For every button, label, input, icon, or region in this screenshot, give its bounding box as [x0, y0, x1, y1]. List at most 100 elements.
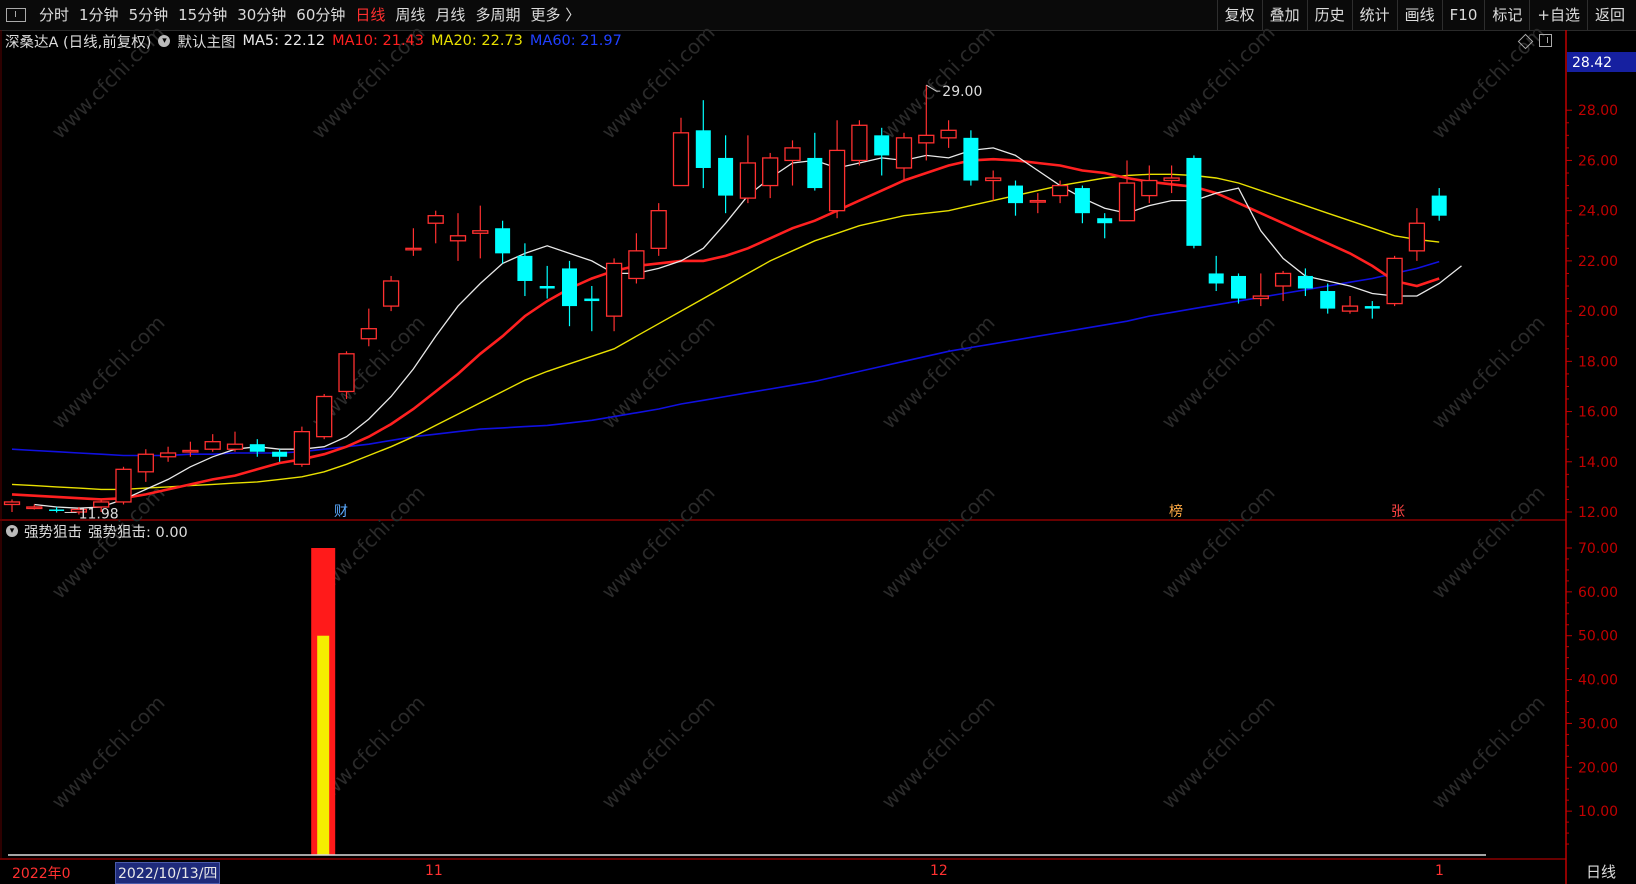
- candle: [405, 228, 422, 256]
- candle-body: [605, 262, 623, 317]
- candle: [159, 446, 177, 462]
- candle-body: [940, 129, 957, 139]
- candle-body: [182, 449, 199, 453]
- kline-chart-canvas[interactable]: www.cfchi.com www.cfchi.com www.cfchi.com w…: [0, 0, 1636, 884]
- candle: [605, 258, 623, 332]
- candle-body: [204, 441, 221, 450]
- candle-body: [1163, 177, 1180, 182]
- template-dropdown-icon[interactable]: ▾: [158, 35, 171, 47]
- period-label[interactable]: 日线: [1566, 860, 1636, 884]
- candle-body: [874, 135, 890, 156]
- candle-body: [249, 444, 265, 452]
- candle: [382, 275, 400, 312]
- month-label-jan: 1: [1435, 863, 1444, 879]
- candle-body: [1252, 295, 1269, 300]
- candle: [963, 130, 979, 186]
- candle-body: [718, 157, 734, 196]
- watermark-text: www.cfchi.com: [877, 21, 1000, 144]
- candle-body: [1186, 157, 1202, 246]
- candle: [828, 120, 846, 219]
- candle: [985, 170, 1002, 201]
- candle-body: [963, 137, 979, 181]
- price-tick-label: 20.00: [1578, 304, 1618, 320]
- indicator-name[interactable]: 强势狙击: [24, 521, 82, 542]
- candle-body: [784, 147, 801, 162]
- candle-body: [226, 443, 244, 450]
- candle-body: [695, 130, 711, 168]
- candle: [718, 135, 734, 214]
- diamond-icon[interactable]: [1517, 33, 1534, 50]
- template-label[interactable]: 默认主图: [177, 31, 235, 52]
- candle-body: [26, 506, 43, 510]
- candle: [272, 449, 288, 462]
- price-tick-label: 14.00: [1578, 455, 1618, 471]
- candle: [1163, 165, 1180, 194]
- candle: [851, 120, 868, 166]
- price-tick-label: 18.00: [1578, 354, 1618, 370]
- candle-body: [1408, 222, 1426, 252]
- candle-body: [1097, 218, 1113, 224]
- candle: [1341, 296, 1359, 314]
- candle-body: [316, 395, 333, 438]
- candle-body: [851, 124, 868, 162]
- candle-body: [762, 157, 779, 187]
- year-label: 2022年0: [12, 866, 71, 882]
- candle: [1186, 155, 1202, 249]
- stock-title[interactable]: 深桑达A (日线,前复权): [5, 31, 151, 52]
- price-tick-label: 16.00: [1578, 405, 1618, 421]
- indicator-tick-label: 70.00: [1578, 541, 1618, 557]
- candle-body: [3, 501, 21, 506]
- candle-body: [427, 215, 444, 224]
- indicator-tick-label: 30.00: [1578, 716, 1618, 732]
- panel-toggle-icon[interactable]: [1539, 34, 1552, 47]
- candle: [1051, 180, 1069, 204]
- candle: [739, 135, 757, 204]
- candle: [1252, 273, 1269, 307]
- candle: [1008, 180, 1023, 216]
- candle: [495, 220, 511, 264]
- candle: [1231, 273, 1246, 304]
- indicator-tick-label: 10.00: [1578, 804, 1618, 820]
- price-tick-label: 24.00: [1578, 204, 1618, 220]
- price-tick-label: 22.00: [1578, 254, 1618, 270]
- watermark-text: www.cfchi.com: [597, 481, 720, 604]
- candle: [1386, 255, 1403, 307]
- ma20-value: MA20: 22.73: [431, 33, 523, 49]
- candle-body: [272, 451, 288, 457]
- candle-body: [1274, 272, 1292, 287]
- candle-body: [338, 353, 355, 393]
- candle-body: [1141, 179, 1158, 197]
- candle-body: [1297, 275, 1313, 289]
- candle: [1320, 283, 1336, 314]
- chart-corner-icons: [1517, 33, 1552, 50]
- candle-body: [1231, 275, 1246, 299]
- candle-body: [405, 247, 422, 251]
- candle-body: [382, 280, 400, 307]
- candle: [1097, 213, 1113, 239]
- watermark-text: www.cfchi.com: [877, 311, 1000, 434]
- ma10-value: MA10: 21.43: [332, 33, 425, 49]
- candle-body: [584, 298, 600, 302]
- watermark-text: www.cfchi.com: [1157, 311, 1280, 434]
- indicator-tick-label: 60.00: [1578, 585, 1618, 601]
- candle-body: [293, 430, 311, 465]
- watermark-text: www.cfchi.com: [1157, 481, 1280, 604]
- candle: [338, 351, 355, 399]
- candle: [1408, 208, 1426, 261]
- candle-body: [1074, 188, 1090, 214]
- indicator-bar-inner: [317, 635, 330, 855]
- indicator-tick-label: 50.00: [1578, 629, 1618, 645]
- candle: [1208, 255, 1224, 292]
- indicator-dropdown-icon[interactable]: ▾: [6, 525, 18, 537]
- candle-body: [739, 162, 757, 199]
- candle: [940, 120, 957, 148]
- candle: [650, 203, 667, 256]
- candle-body: [650, 210, 667, 249]
- price-tick-label: 12.00: [1578, 505, 1618, 521]
- candle: [562, 260, 577, 327]
- event-marker: 财: [334, 504, 348, 520]
- candle-body: [1364, 306, 1380, 309]
- candle-body: [1320, 291, 1336, 309]
- date-axis: 2022年0 2022/10/13/四 11 12 1: [0, 860, 1566, 884]
- watermark-text: www.cfchi.com: [47, 311, 170, 434]
